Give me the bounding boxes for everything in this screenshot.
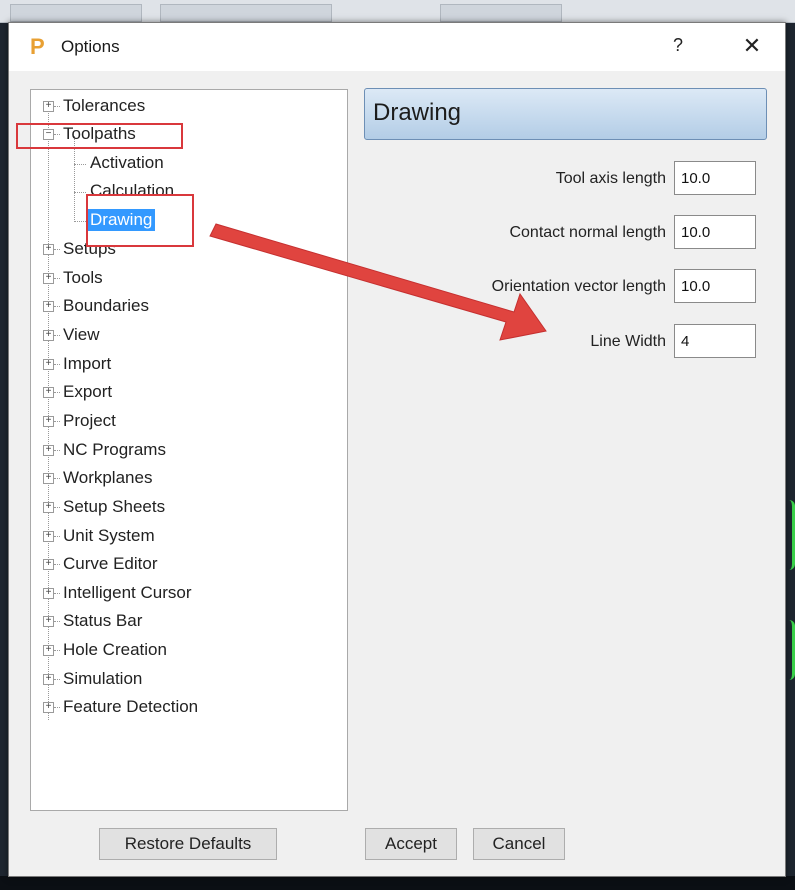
help-button[interactable]: ?: [666, 35, 690, 59]
tree-connector-line: [48, 108, 49, 720]
contact-normal-length-label: Contact normal length: [509, 224, 666, 241]
tree-connector: [54, 593, 60, 594]
tree-item-label: NC Programs: [63, 440, 166, 459]
options-dialog: P Options ? ✕ + Tolerances − Toolpaths + Setu…: [8, 22, 786, 877]
background-bottom: [0, 876, 795, 890]
expand-icon[interactable]: +: [43, 301, 54, 312]
tree-connector: [54, 507, 60, 508]
section-title: Drawing: [373, 99, 462, 126]
expand-icon[interactable]: +: [43, 645, 54, 656]
tree-connector: [54, 621, 60, 622]
tree-item-label: View: [63, 325, 100, 344]
tree-connector: [54, 707, 60, 708]
background-tab: [160, 4, 332, 22]
tree-item-label: Tools: [63, 268, 103, 287]
line-width-input[interactable]: [674, 324, 756, 358]
background-tab: [440, 4, 562, 22]
tree-connector: [74, 164, 86, 165]
tree-connector: [54, 306, 60, 307]
close-button[interactable]: ✕: [737, 33, 767, 61]
expand-icon[interactable]: +: [43, 473, 54, 484]
line-width-label: Line Width: [590, 333, 666, 350]
tree-item-label: Feature Detection: [63, 697, 199, 716]
contact-normal-length-input[interactable]: [674, 215, 756, 249]
highlight-toolpaths: [16, 123, 183, 149]
background-accent: [786, 620, 795, 680]
background-tab: [10, 4, 142, 22]
expand-icon[interactable]: +: [43, 101, 54, 112]
tree-connector: [54, 249, 60, 250]
tree-connector: [54, 650, 60, 651]
tree-connector: [54, 478, 60, 479]
section-header: Drawing: [364, 88, 767, 140]
cancel-button[interactable]: Cancel: [473, 828, 565, 860]
tree-item-label: Setup Sheets: [63, 497, 166, 516]
expand-icon[interactable]: +: [43, 616, 54, 627]
restore-defaults-button[interactable]: Restore Defaults: [99, 828, 277, 860]
tool-axis-length-input[interactable]: [674, 161, 756, 195]
background-app-toolbar: [0, 0, 795, 23]
tree-connector: [54, 364, 60, 365]
tree-item-label: Hole Creation: [63, 640, 167, 659]
expand-icon[interactable]: +: [43, 502, 54, 513]
tree-connector: [54, 106, 60, 107]
tree-connector: [54, 536, 60, 537]
tree-item-label: Workplanes: [63, 468, 153, 487]
tree-child-label: Activation: [90, 153, 164, 172]
tree-connector: [54, 564, 60, 565]
tree-item-label: Import: [63, 354, 112, 373]
tree-connector: [74, 192, 86, 193]
expand-icon[interactable]: +: [43, 559, 54, 570]
tree-item-label: Status Bar: [63, 611, 143, 630]
tool-axis-length-label: Tool axis length: [555, 170, 666, 187]
orientation-vector-length-label: Orientation vector length: [491, 278, 666, 295]
expand-icon[interactable]: +: [43, 387, 54, 398]
tree-connector: [54, 421, 60, 422]
expand-icon[interactable]: +: [43, 330, 54, 341]
tree-item-label: Project: [63, 411, 116, 430]
tree-connector: [54, 679, 60, 680]
tree-item-label: Export: [63, 382, 113, 401]
tree-connector: [54, 450, 60, 451]
tree-item-label: Boundaries: [63, 296, 150, 315]
tree-item-label: Unit System: [63, 526, 155, 545]
tree-item-label: Intelligent Cursor: [63, 583, 192, 602]
expand-icon[interactable]: +: [43, 588, 54, 599]
tree-connector: [54, 278, 60, 279]
expand-icon[interactable]: +: [43, 674, 54, 685]
dialog-title: Options: [61, 37, 120, 56]
expand-icon[interactable]: +: [43, 244, 54, 255]
tree-connector: [54, 335, 60, 336]
expand-icon[interactable]: +: [43, 445, 54, 456]
background-accent: [786, 500, 795, 570]
expand-icon[interactable]: +: [43, 702, 54, 713]
highlight-drawing: [86, 194, 194, 247]
expand-icon[interactable]: +: [43, 273, 54, 284]
tree-item-label: Simulation: [63, 669, 143, 688]
accept-button[interactable]: Accept: [365, 828, 457, 860]
expand-icon[interactable]: +: [43, 416, 54, 427]
expand-icon[interactable]: +: [43, 359, 54, 370]
tree-connector: [74, 221, 86, 222]
expand-icon[interactable]: +: [43, 531, 54, 542]
tree-connector: [54, 392, 60, 393]
orientation-vector-length-input[interactable]: [674, 269, 756, 303]
tree-item-label: Curve Editor: [63, 554, 158, 573]
app-logo-icon: P: [30, 34, 45, 59]
dialog-titlebar: P Options ? ✕: [9, 23, 785, 71]
tree-item-label: Tolerances: [63, 96, 146, 115]
